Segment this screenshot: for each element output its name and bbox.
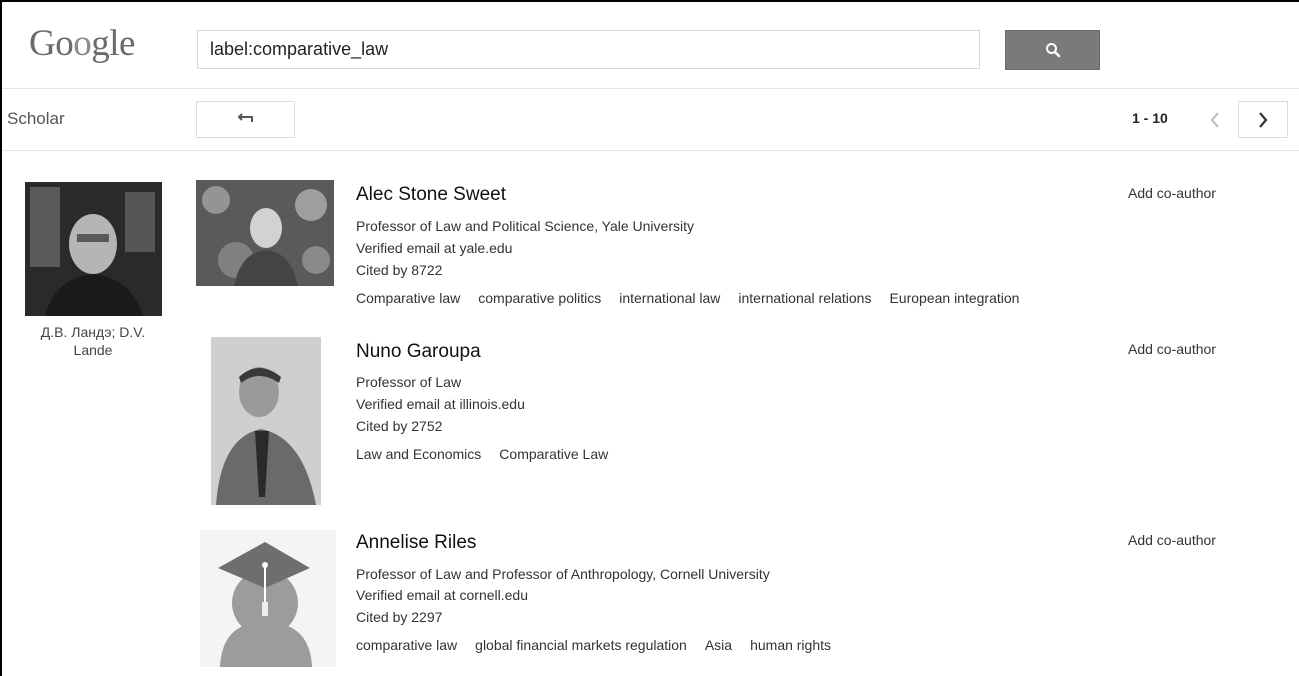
back-arrow-icon	[237, 112, 253, 122]
tag-link[interactable]: Comparative Law	[499, 446, 608, 462]
chevron-left-icon	[1210, 111, 1219, 128]
result-name[interactable]: Nuno Garoupa	[356, 341, 481, 363]
add-coauthor-button[interactable]: Add co-author	[1128, 532, 1216, 548]
tag-link[interactable]: human rights	[750, 637, 831, 653]
default-avatar-icon[interactable]	[200, 530, 336, 667]
add-coauthor-button[interactable]: Add co-author	[1128, 341, 1216, 357]
result-cited-by[interactable]: Cited by 2752	[356, 418, 442, 434]
result-name[interactable]: Annelise Riles	[356, 532, 476, 554]
tag-link[interactable]: Law and Economics	[356, 446, 481, 462]
tag-link[interactable]: comparative politics	[478, 290, 601, 306]
user-name[interactable]: Д.В. Ландэ; D.V. Lande	[14, 323, 172, 359]
add-coauthor-button[interactable]: Add co-author	[1128, 185, 1216, 201]
result-email: Verified email at illinois.edu	[356, 396, 525, 412]
pagination-range: 1 - 10	[1132, 110, 1168, 126]
result-affiliation: Professor of Law and Political Science, …	[356, 218, 694, 234]
result-name[interactable]: Alec Stone Sweet	[356, 184, 506, 206]
tag-link[interactable]: global financial markets regulation	[475, 637, 687, 653]
user-name-line2: Lande	[73, 342, 113, 358]
result-cited-by[interactable]: Cited by 8722	[356, 262, 442, 278]
result-affiliation: Professor of Law	[356, 374, 462, 390]
result-email: Verified email at cornell.edu	[356, 587, 528, 603]
tag-link[interactable]: comparative law	[356, 637, 457, 653]
result-tags: Comparative law comparative politics inter…	[356, 290, 1037, 306]
result-photo[interactable]	[211, 337, 321, 505]
chevron-right-icon	[1259, 111, 1268, 128]
sub-toolbar: Scholar 1 - 10	[2, 89, 1299, 151]
back-button[interactable]	[196, 101, 295, 138]
result-affiliation: Professor of Law and Professor of Anthro…	[356, 566, 770, 582]
previous-page-button[interactable]	[1200, 101, 1230, 138]
header: Google	[2, 2, 1299, 89]
scholar-label[interactable]: Scholar	[7, 109, 65, 129]
result-email: Verified email at yale.edu	[356, 240, 513, 256]
search-icon	[1045, 43, 1060, 58]
tag-link[interactable]: international law	[619, 290, 720, 306]
user-avatar[interactable]	[25, 182, 162, 316]
result-tags: Law and Economics Comparative Law	[356, 446, 626, 462]
tag-link[interactable]: international relations	[738, 290, 871, 306]
next-page-button[interactable]	[1238, 101, 1288, 138]
result-tags: comparative law global financial markets …	[356, 637, 849, 653]
google-logo[interactable]: Google	[29, 22, 135, 65]
user-name-line1: Д.В. Ландэ; D.V.	[40, 324, 146, 340]
result-cited-by[interactable]: Cited by 2297	[356, 609, 442, 625]
result-photo[interactable]	[196, 180, 334, 286]
search-button[interactable]	[1005, 30, 1100, 70]
tag-link[interactable]: Comparative law	[356, 290, 460, 306]
tag-link[interactable]: Asia	[705, 637, 732, 653]
tag-link[interactable]: European integration	[889, 290, 1019, 306]
search-input[interactable]	[197, 30, 980, 69]
